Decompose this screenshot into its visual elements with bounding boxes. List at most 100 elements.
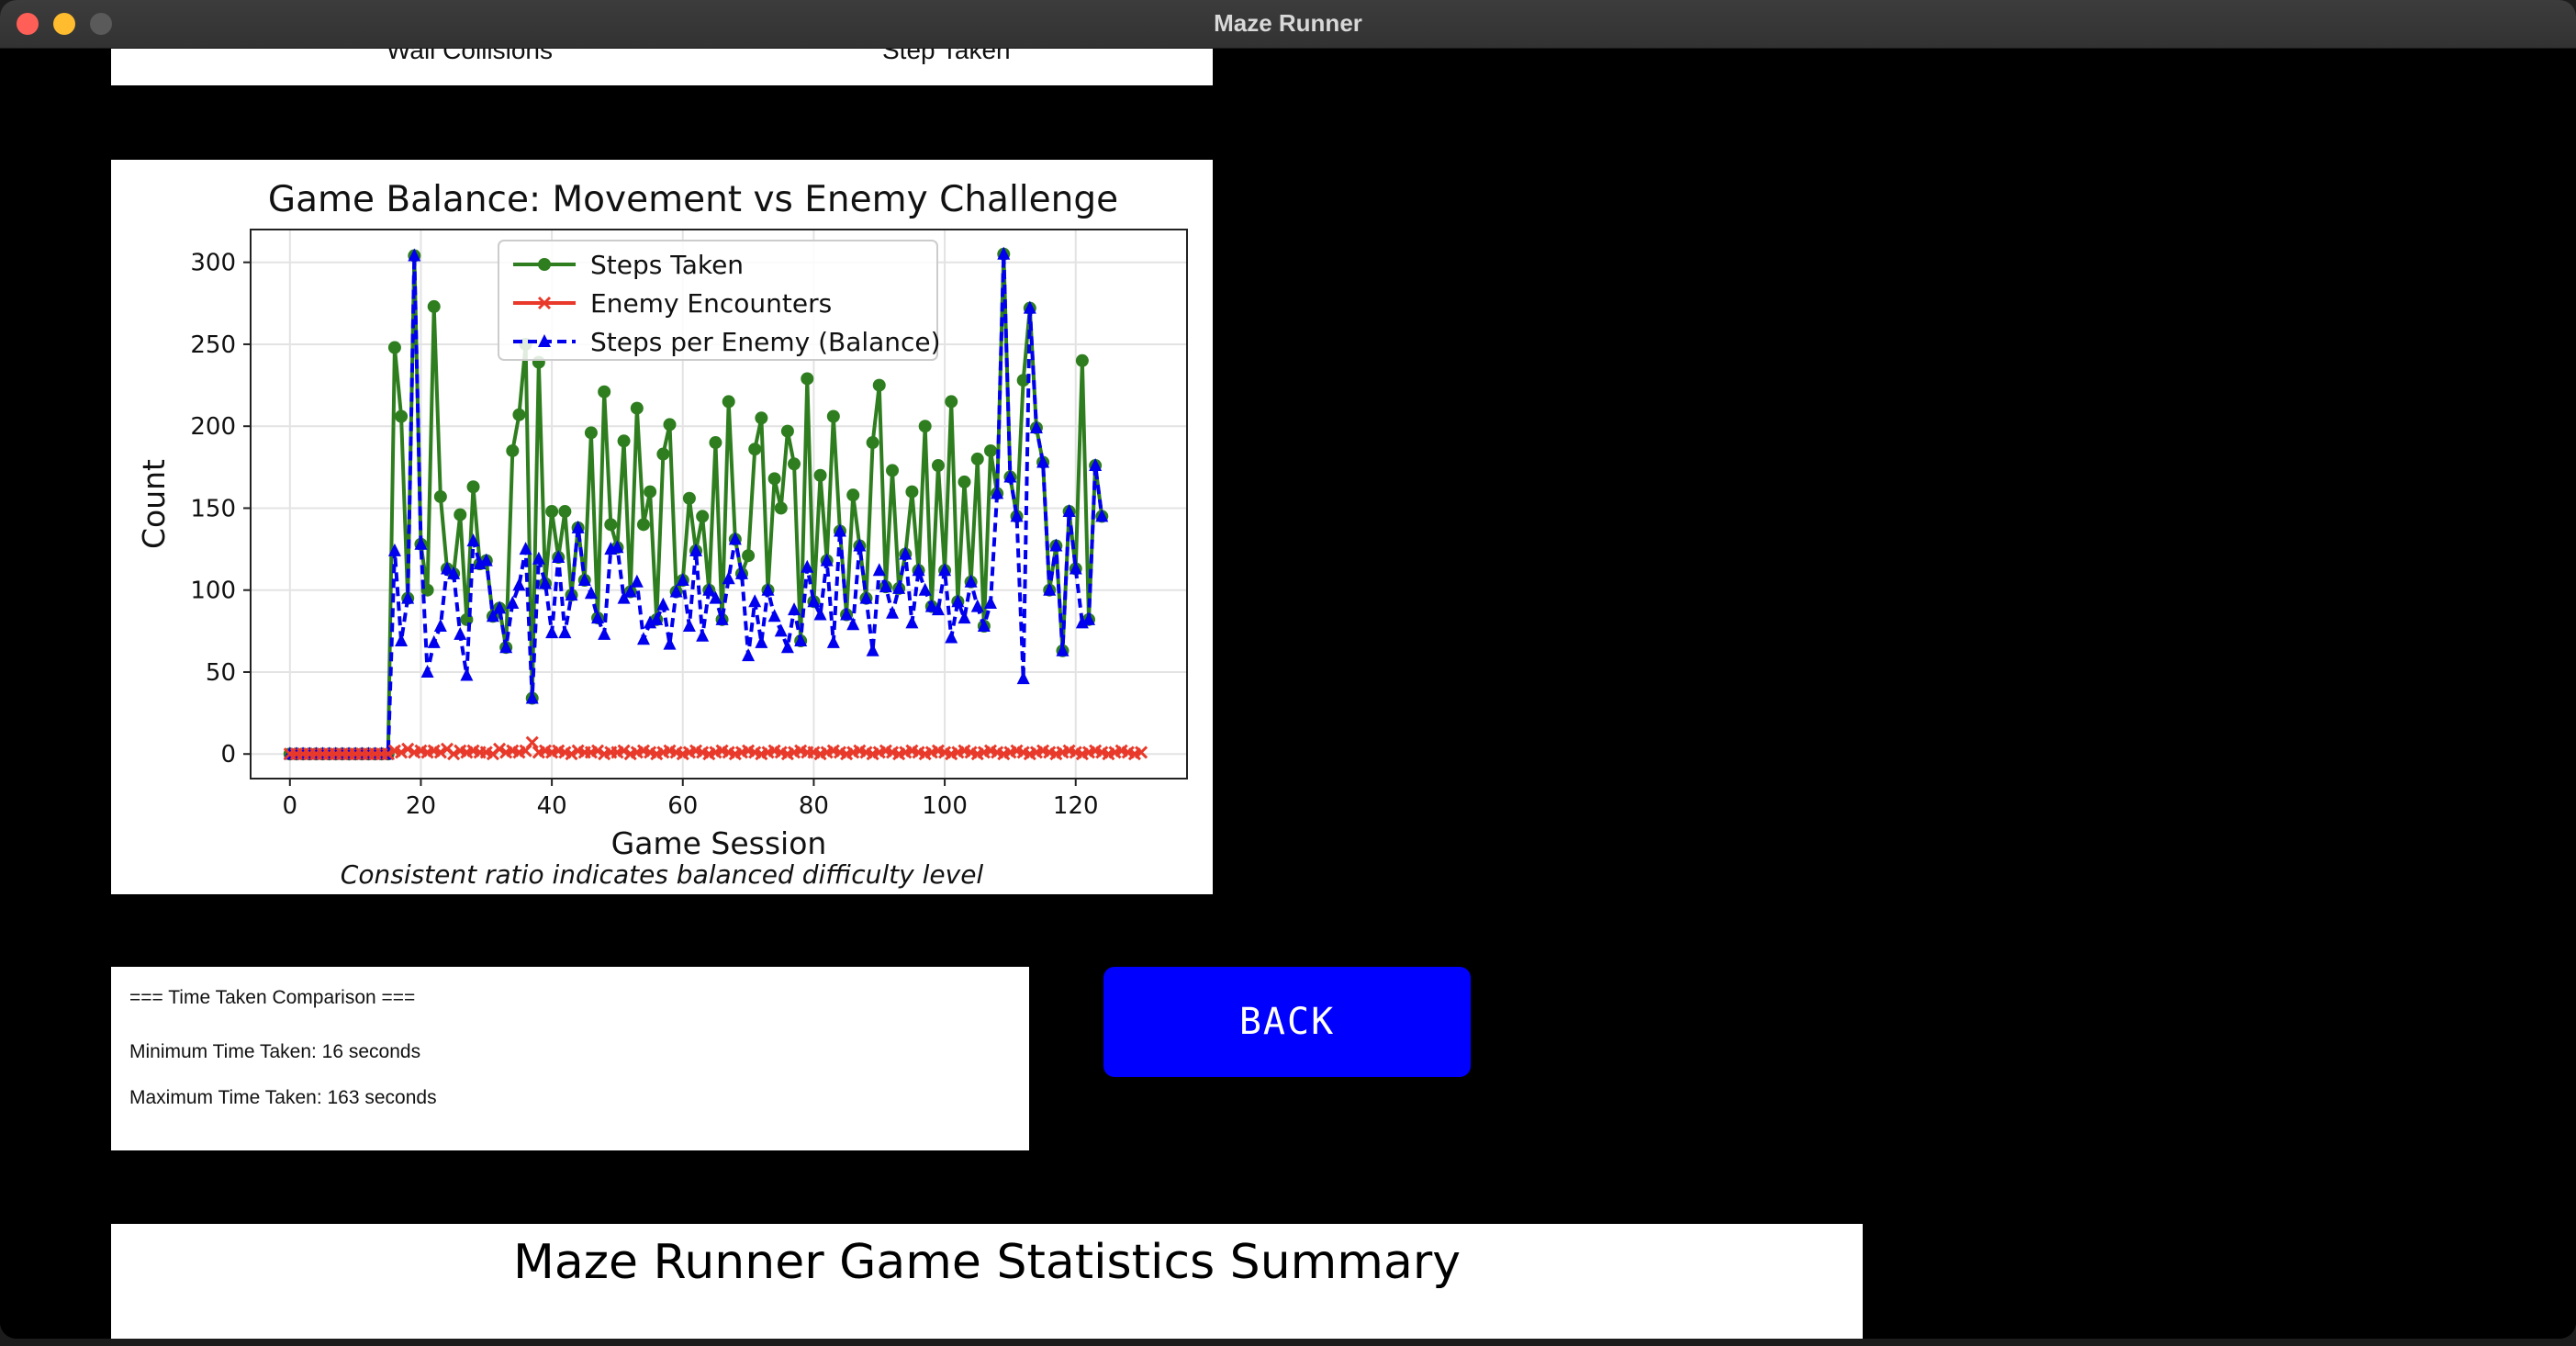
data-point <box>644 485 657 499</box>
y-tick-label: 250 <box>190 331 236 359</box>
data-point <box>466 480 480 494</box>
data-point <box>788 457 801 471</box>
data-point <box>872 378 886 392</box>
data-point <box>525 735 539 749</box>
data-point <box>945 395 958 409</box>
data-point <box>958 611 971 624</box>
data-point <box>395 634 409 647</box>
data-point <box>984 443 998 457</box>
data-point <box>617 434 631 448</box>
data-point <box>886 464 900 477</box>
data-point <box>454 626 467 640</box>
maximum-time-text: Maximum Time Taken: 163 seconds <box>129 1087 437 1108</box>
data-point <box>1016 671 1030 685</box>
y-tick-label: 200 <box>190 413 236 441</box>
chart-caption: Consistent ratio indicates balanced diff… <box>341 859 984 890</box>
chart-title: Game Balance: Movement vs Enemy Challeng… <box>268 179 1118 220</box>
data-point <box>767 472 781 486</box>
data-point <box>774 501 788 515</box>
legend-marker <box>538 258 551 271</box>
data-point <box>506 443 520 457</box>
y-axis-label: Count <box>136 459 172 549</box>
data-point <box>682 491 696 505</box>
previous-chart-panel: Wall Collisions Step Taken <box>111 49 1213 85</box>
data-point <box>395 409 409 423</box>
data-point <box>433 618 447 632</box>
data-point <box>682 618 696 632</box>
legend-label: Steps per Enemy (Balance) <box>590 327 941 357</box>
data-point <box>748 594 762 608</box>
data-point <box>545 625 559 639</box>
balance-chart: Game Balance: Movement vs Enemy Challeng… <box>136 179 1188 890</box>
x-tick-label: 0 <box>283 792 298 820</box>
x-tick-label: 100 <box>922 792 968 820</box>
data-point <box>584 426 598 440</box>
data-point <box>780 640 794 654</box>
y-tick-label: 100 <box>190 578 236 605</box>
data-point <box>630 401 644 415</box>
data-point <box>696 510 710 523</box>
data-point <box>945 630 958 644</box>
data-point <box>826 409 840 423</box>
summary-title: Maze Runner Game Statistics Summary <box>513 1235 1461 1290</box>
data-point <box>813 468 827 482</box>
data-point <box>709 436 722 450</box>
minimum-time-text: Minimum Time Taken: 16 seconds <box>129 1041 421 1062</box>
data-point <box>427 299 441 313</box>
data-point <box>742 549 756 563</box>
data-point <box>958 475 971 488</box>
data-point <box>905 615 919 629</box>
data-point <box>512 578 526 591</box>
data-point <box>722 395 735 409</box>
data-point <box>774 623 788 637</box>
data-point <box>866 436 879 450</box>
wall-collisions-label: Wall Collisions <box>386 49 554 64</box>
data-point <box>886 605 900 619</box>
data-point <box>755 411 768 425</box>
data-point <box>512 408 526 421</box>
y-tick-label: 150 <box>190 495 236 522</box>
x-tick-label: 20 <box>406 792 436 820</box>
data-point <box>918 420 932 433</box>
window-title: Maze Runner <box>1214 9 1362 37</box>
data-point <box>636 518 650 532</box>
data-point <box>598 626 611 640</box>
data-point <box>826 634 840 648</box>
data-point <box>604 518 618 532</box>
title-bar: Maze Runner <box>0 0 2576 49</box>
data-point <box>767 609 781 623</box>
y-tick-label: 50 <box>206 659 236 687</box>
back-button[interactable]: BACK <box>1103 967 1471 1077</box>
step-taken-label: Step Taken <box>882 49 1011 64</box>
data-point <box>387 341 401 354</box>
chart-legend: Steps Taken Enemy Encounters Steps per Ene… <box>498 240 941 361</box>
data-point <box>454 508 467 522</box>
data-point <box>656 447 670 461</box>
legend-label: Steps Taken <box>590 250 744 280</box>
data-point <box>545 505 559 519</box>
scroll-content[interactable]: Wall Collisions Step Taken Game Balance:… <box>0 49 2576 1339</box>
x-tick-label: 80 <box>799 792 829 820</box>
data-point <box>801 372 814 386</box>
data-point <box>460 667 474 681</box>
data-point <box>742 648 756 662</box>
data-point <box>755 634 768 648</box>
series-enemy-encounters <box>283 735 1148 761</box>
y-tick-label: 300 <box>190 250 236 277</box>
data-point <box>846 488 860 502</box>
data-point <box>558 505 572 519</box>
app-window: Maze Runner Wall Collisions Step Taken G… <box>0 0 2576 1339</box>
x-axis-label: Game Session <box>611 825 827 861</box>
data-point <box>663 418 677 432</box>
x-tick-label: 40 <box>537 792 567 820</box>
data-point <box>558 625 572 639</box>
data-point <box>970 452 984 465</box>
x-tick-label: 120 <box>1053 792 1099 820</box>
x-tick-label: 60 <box>667 792 698 820</box>
data-point <box>931 459 945 473</box>
data-point <box>866 643 879 656</box>
data-point <box>748 443 762 456</box>
data-point <box>663 636 677 650</box>
data-point <box>780 424 794 438</box>
data-point <box>427 634 441 648</box>
